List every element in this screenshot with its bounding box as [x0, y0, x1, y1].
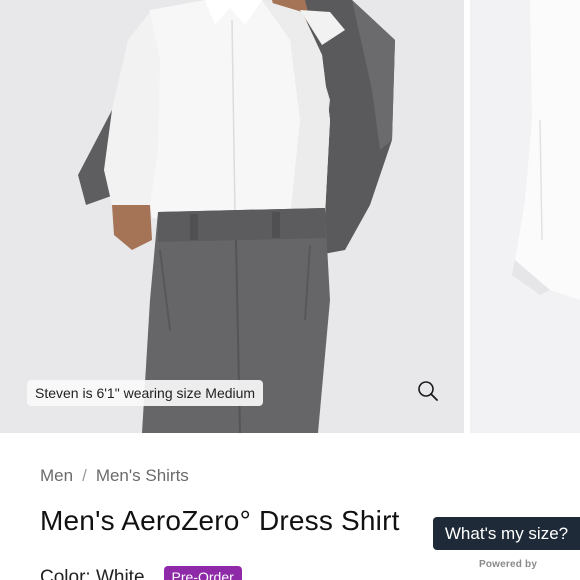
product-image-next[interactable]	[470, 0, 580, 433]
product-image-main[interactable]	[0, 0, 464, 433]
whats-my-size-button[interactable]: What's my size?	[433, 517, 580, 550]
magnifier-icon	[418, 381, 438, 401]
product-title: Men's AeroZero° Dress Shirt	[40, 505, 400, 536]
model-photo	[0, 0, 464, 433]
breadcrumb-item-mens-shirts[interactable]: Men's Shirts	[96, 466, 189, 486]
flatlay-shirt-photo	[470, 0, 580, 433]
zoom-button[interactable]	[413, 376, 443, 406]
color-row: Color: White Pre-Order	[40, 566, 242, 580]
breadcrumb-separator: /	[82, 466, 87, 485]
powered-by-label: Powered by	[479, 559, 538, 570]
product-image-gallery[interactable]: Steven is 6'1" wearing size Medium	[0, 0, 580, 433]
breadcrumb: Men / Men's Shirts	[40, 466, 189, 486]
color-label: Color: White	[40, 567, 145, 580]
model-size-caption: Steven is 6'1" wearing size Medium	[27, 380, 264, 406]
breadcrumb-item-men[interactable]: Men	[40, 466, 73, 486]
preorder-badge: Pre-Order	[163, 566, 242, 580]
